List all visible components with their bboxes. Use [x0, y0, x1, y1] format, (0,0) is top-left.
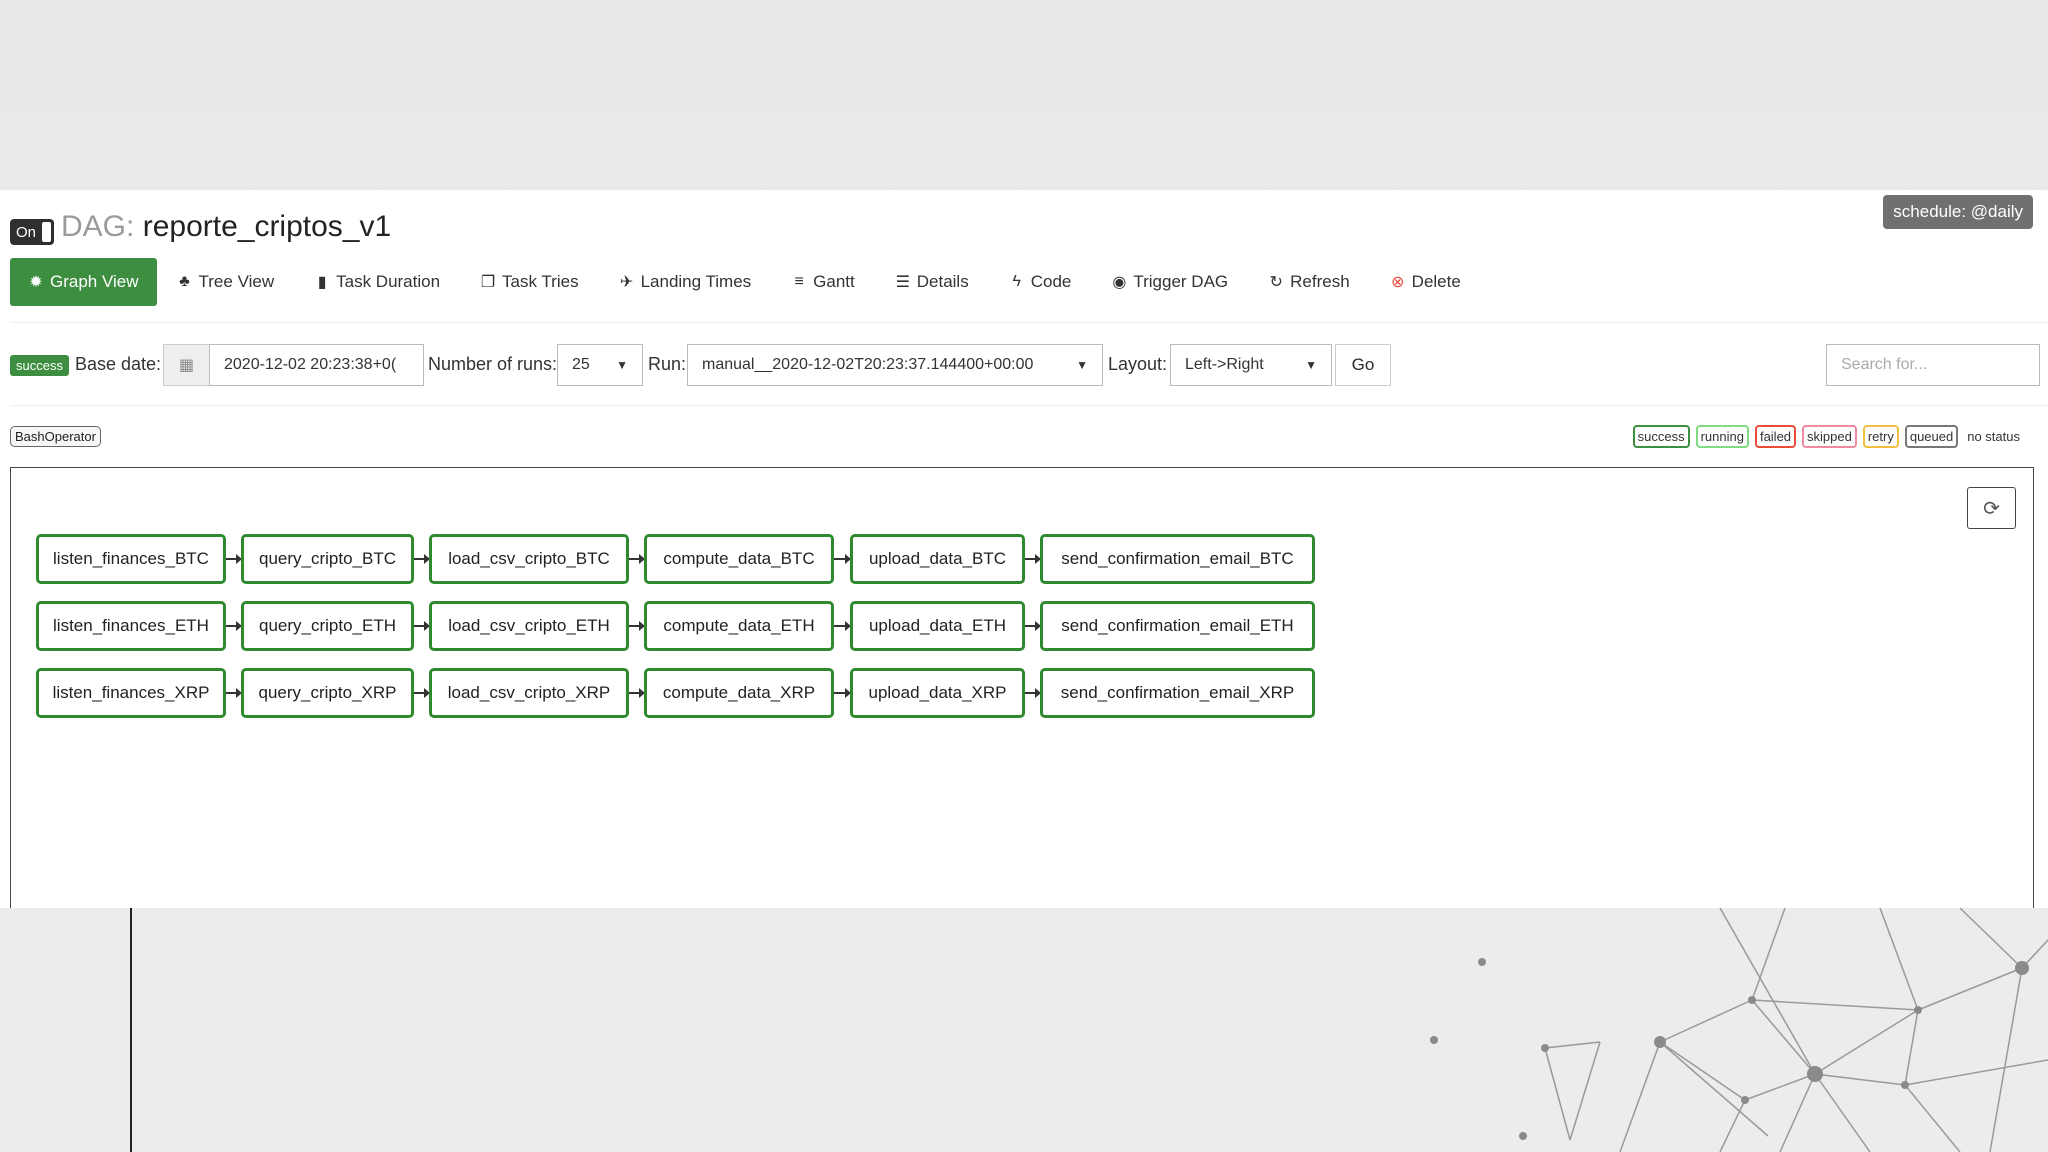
- list-icon: ☰: [895, 274, 910, 291]
- task-node[interactable]: compute_data_ETH: [644, 601, 834, 651]
- tab-refresh[interactable]: ↻ Refresh: [1248, 258, 1370, 306]
- delete-circle-icon: ⊗: [1390, 274, 1405, 291]
- task-node[interactable]: listen_finances_ETH: [36, 601, 226, 651]
- divider: [10, 405, 2048, 406]
- page-title: DAG: reporte_criptos_v1: [61, 210, 391, 244]
- gantt-icon: ≡: [794, 273, 804, 290]
- legend-running: running: [1695, 425, 1749, 448]
- task-edge: [1025, 621, 1041, 631]
- dag-on-toggle[interactable]: On: [10, 219, 54, 245]
- go-button[interactable]: Go: [1335, 344, 1391, 386]
- chevron-down-icon: ▼: [1076, 358, 1088, 372]
- num-runs-label: Number of runs:: [428, 354, 558, 374]
- task-edge: [1025, 554, 1041, 564]
- bar-chart-icon: ▮: [317, 274, 327, 291]
- layout-select[interactable]: Left->Right ▼: [1170, 344, 1332, 386]
- task-edge: [226, 554, 242, 564]
- num-runs-select[interactable]: 25 ▼: [557, 344, 643, 386]
- base-date-label: Base date:: [75, 354, 162, 374]
- toggle-label: On: [16, 223, 37, 241]
- task-edge: [414, 688, 430, 698]
- legend-queued: queued: [1904, 425, 1959, 448]
- task-edge: [226, 688, 242, 698]
- task-node[interactable]: query_cripto_ETH: [241, 601, 414, 651]
- task-edge: [834, 621, 851, 631]
- task-node[interactable]: upload_data_XRP: [850, 668, 1025, 718]
- task-node[interactable]: upload_data_ETH: [850, 601, 1025, 651]
- task-edge: [226, 621, 242, 631]
- task-node[interactable]: send_confirmation_email_XRP: [1040, 668, 1315, 718]
- legend-success: success: [1632, 425, 1690, 448]
- schedule-badge: schedule: @daily: [1883, 195, 2033, 229]
- toggle-knob: [42, 222, 51, 242]
- airflow-dag-panel: On DAG: reporte_criptos_v1 schedule: @da…: [0, 190, 2048, 908]
- task-edge: [1025, 688, 1041, 698]
- task-node[interactable]: listen_finances_BTC: [36, 534, 226, 584]
- tab-details[interactable]: ☰ Details: [875, 258, 989, 306]
- graph-refresh-button[interactable]: ⟳: [1967, 487, 2016, 529]
- chevron-down-icon: ▼: [1305, 358, 1317, 372]
- task-node[interactable]: load_csv_cripto_ETH: [429, 601, 629, 651]
- task-edge: [629, 621, 645, 631]
- refresh-icon: ⟳: [1983, 497, 2000, 520]
- files-icon: ❐: [480, 274, 496, 291]
- task-node[interactable]: compute_data_XRP: [644, 668, 834, 718]
- dag-nav: ✹ Graph View ♣ Tree View ▮ Task Duration…: [10, 257, 1481, 307]
- layout-label: Layout:: [1108, 354, 1168, 374]
- operator-badge: BashOperator: [10, 426, 101, 447]
- task-edge: [834, 554, 851, 564]
- divider-line: [130, 908, 132, 1152]
- refresh-icon: ↻: [1269, 274, 1283, 291]
- calendar-icon[interactable]: ▦: [163, 344, 209, 386]
- legend-skipped: skipped: [1802, 425, 1857, 448]
- play-circle-icon: ◉: [1112, 274, 1127, 291]
- tab-graph-view[interactable]: ✹ Graph View: [10, 258, 157, 306]
- tab-tree-view[interactable]: ♣ Tree View: [157, 258, 295, 306]
- legend-retry: retry: [1862, 425, 1899, 448]
- plane-icon: ✈: [619, 274, 634, 291]
- tab-gantt[interactable]: ≡ Gantt: [771, 258, 875, 306]
- task-edge: [414, 554, 430, 564]
- legend-failed: failed: [1754, 425, 1797, 448]
- chevron-down-icon: ▼: [616, 358, 628, 372]
- graph-icon: ✹: [29, 274, 43, 291]
- tab-delete[interactable]: ⊗ Delete: [1370, 258, 1481, 306]
- dag-prefix: DAG:: [61, 210, 135, 243]
- tab-code[interactable]: ϟ Code: [989, 258, 1092, 306]
- divider: [10, 322, 2048, 323]
- dag-graph-canvas[interactable]: ⟳ listen_finances_BTC query_cripto_BTC loa…: [10, 467, 2034, 908]
- tab-landing-times[interactable]: ✈ Landing Times: [599, 258, 772, 306]
- bolt-icon: ϟ: [1012, 273, 1021, 290]
- task-node[interactable]: upload_data_BTC: [850, 534, 1025, 584]
- graph-toolbar: success Base date: ▦ 2020-12-02 20:23:38…: [10, 344, 2040, 386]
- task-node[interactable]: send_confirmation_email_ETH: [1040, 601, 1315, 651]
- task-edge: [629, 554, 645, 564]
- run-label: Run:: [648, 354, 687, 374]
- base-date-input[interactable]: 2020-12-02 20:23:38+0(: [209, 344, 424, 386]
- run-select[interactable]: manual__2020-12-02T20:23:37.144400+00:00…: [687, 344, 1103, 386]
- search-input[interactable]: [1826, 344, 2040, 386]
- tree-icon: ♣: [179, 273, 190, 290]
- task-node[interactable]: listen_finances_XRP: [36, 668, 226, 718]
- status-badge: success: [10, 355, 69, 376]
- task-node[interactable]: query_cripto_BTC: [241, 534, 414, 584]
- tab-trigger-dag[interactable]: ◉ Trigger DAG: [1091, 258, 1248, 306]
- task-node[interactable]: query_cripto_XRP: [241, 668, 414, 718]
- task-node[interactable]: compute_data_BTC: [644, 534, 834, 584]
- status-legend: success running failed skipped retry que…: [1632, 425, 2023, 448]
- task-edge: [414, 621, 430, 631]
- task-node[interactable]: load_csv_cripto_XRP: [429, 668, 629, 718]
- dag-name: reporte_criptos_v1: [142, 210, 392, 243]
- task-node[interactable]: load_csv_cripto_BTC: [429, 534, 629, 584]
- task-node[interactable]: send_confirmation_email_BTC: [1040, 534, 1315, 584]
- legend-no-status: no status: [1964, 427, 2023, 446]
- task-edge: [629, 688, 645, 698]
- task-edge: [834, 688, 851, 698]
- tab-task-duration[interactable]: ▮ Task Duration: [294, 258, 460, 306]
- tab-task-tries[interactable]: ❐ Task Tries: [460, 258, 599, 306]
